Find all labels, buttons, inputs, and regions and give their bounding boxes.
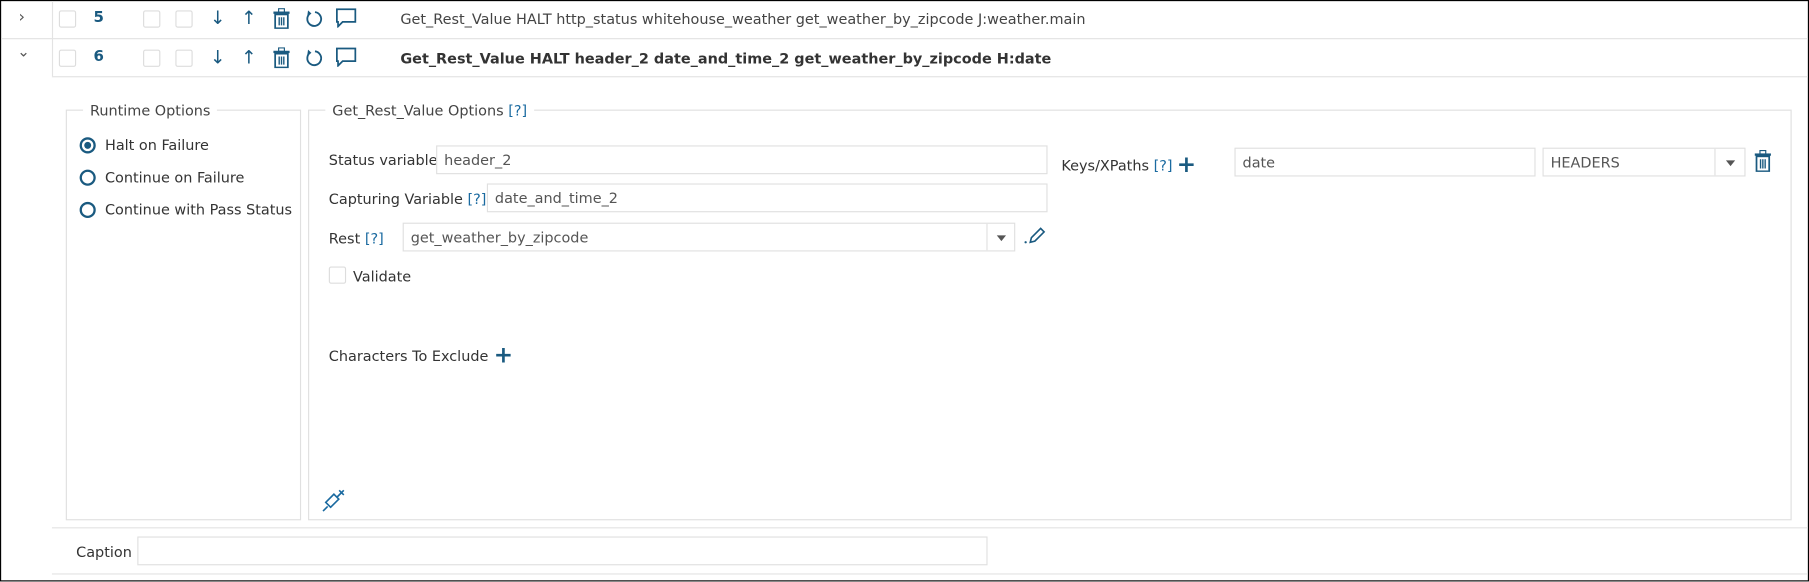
comment-icon[interactable] (336, 8, 357, 31)
disable-checkbox[interactable] (143, 10, 161, 28)
step-number: 6 (93, 48, 104, 66)
comment-icon[interactable] (336, 47, 357, 70)
options-legend-text: Get_Rest_Value Options (332, 101, 504, 119)
step-row-6[interactable]: ⌄ 6 ↓ ↑ Get_Rest_Value HALT header_2 dat… (0, 38, 1807, 76)
key-input[interactable]: date (1234, 147, 1536, 177)
caret-down-icon[interactable] (1725, 160, 1736, 167)
trash-icon[interactable] (272, 47, 290, 71)
key-type-value: HEADERS (1550, 153, 1620, 171)
divider (51, 527, 1808, 529)
divider (1714, 148, 1716, 176)
trash-icon[interactable] (272, 8, 290, 32)
options-legend: Get_Rest_Value Options [?] (325, 101, 535, 119)
validate-label: Validate (353, 267, 412, 285)
trash-icon[interactable] (1754, 149, 1772, 175)
arrow-up-icon[interactable]: ↑ (241, 48, 256, 66)
rest-select[interactable]: get_weather_by_zipcode (402, 222, 1016, 252)
characters-to-exclude-label: Characters To Exclude (328, 347, 489, 365)
add-exclude-plus-icon[interactable]: + (494, 343, 513, 366)
step-description: Get_Rest_Value HALT header_2 date_and_ti… (400, 49, 1052, 67)
chevron-right-icon[interactable]: › (18, 8, 24, 26)
rest-label-text: Rest (328, 229, 361, 247)
step-description: Get_Rest_Value HALT http_status whitehou… (400, 10, 1086, 28)
help-link[interactable]: [?] (467, 190, 486, 207)
chevron-down-icon[interactable]: ⌄ (17, 44, 30, 61)
refresh-icon[interactable] (305, 9, 323, 31)
help-link[interactable]: [?] (365, 230, 384, 247)
keys-xpaths-text: Keys/XPaths (1061, 156, 1149, 175)
radio-button[interactable] (79, 169, 96, 186)
edit-pencil-icon[interactable] (1023, 225, 1046, 249)
radio-label: Continue on Failure (104, 168, 245, 186)
divider (51, 573, 1808, 575)
status-variable-input[interactable]: header_2 (436, 145, 1048, 175)
runtime-options-legend: Runtime Options (83, 101, 218, 119)
radio-button[interactable] (79, 137, 96, 154)
arrow-down-icon[interactable]: ↓ (210, 48, 225, 66)
radio-button[interactable] (79, 201, 96, 219)
keys-xpaths-label: Keys/XPaths [?] (1061, 157, 1172, 174)
radio-label: Continue with Pass Status (104, 200, 293, 219)
select-checkbox[interactable] (58, 49, 77, 67)
rest-label: Rest [?] (329, 230, 384, 247)
caret-down-icon[interactable] (996, 235, 1007, 242)
disable-checkbox[interactable] (143, 49, 161, 67)
add-key-plus-icon[interactable]: + (1177, 152, 1196, 175)
validate-checkbox[interactable] (328, 266, 347, 284)
key-type-select[interactable]: HEADERS (1542, 147, 1746, 177)
capturing-variable-text: Capturing Variable (328, 190, 463, 208)
syringe-icon[interactable] (322, 487, 347, 516)
capturing-variable-label: Capturing Variable [?] (329, 190, 487, 207)
divider (986, 223, 988, 251)
refresh-icon[interactable] (305, 48, 323, 70)
help-link[interactable]: [?] (1154, 157, 1173, 174)
caption-input[interactable] (137, 536, 988, 566)
arrow-up-icon[interactable]: ↑ (241, 9, 256, 27)
step-number: 5 (93, 9, 104, 27)
divider (51, 76, 1808, 78)
select-checkbox[interactable] (58, 10, 77, 28)
status-variable-label: Status variable (328, 151, 438, 169)
radio-label: Halt on Failure (104, 136, 209, 154)
rest-select-value: get_weather_by_zipcode (410, 228, 589, 246)
breakpoint-checkbox[interactable] (175, 10, 193, 28)
breakpoint-checkbox[interactable] (175, 49, 193, 67)
help-link[interactable]: [?] (508, 102, 527, 119)
step-row-5[interactable]: › 5 ↓ ↑ Get_Rest_Value HALT http_status … (0, 0, 1807, 38)
capturing-variable-input[interactable]: date_and_time_2 (486, 183, 1048, 213)
caption-label: Caption (76, 543, 132, 561)
arrow-down-icon[interactable]: ↓ (210, 9, 225, 27)
